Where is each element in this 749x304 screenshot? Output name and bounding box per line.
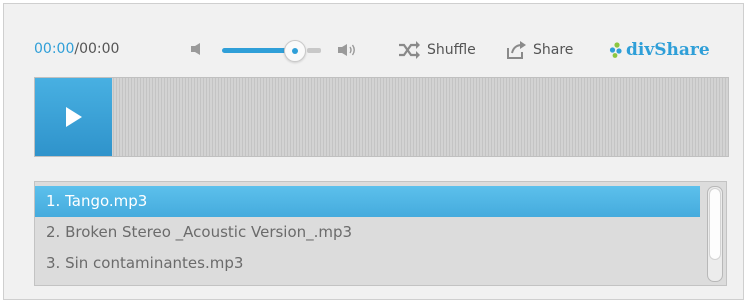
divshare-logo-icon (609, 42, 622, 58)
playlist: 1. Tango.mp3 2. Broken Stereo _Acoustic … (34, 181, 727, 286)
share-icon (507, 41, 526, 59)
shuffle-icon (399, 41, 420, 59)
playlist-track[interactable]: 3. Sin contaminantes.mp3 (35, 248, 700, 279)
audio-player: 00:00/00:00 Shuffle Share divShare 1. Ta… (3, 3, 744, 300)
brand-name: divShare (626, 40, 710, 60)
play-button[interactable] (35, 78, 112, 156)
play-icon (65, 107, 82, 127)
volume-slider-handle[interactable] (284, 40, 306, 62)
shuffle-label: Shuffle (427, 42, 476, 58)
player-toolbar: 00:00/00:00 Shuffle Share divShare (34, 37, 734, 63)
seek-bar[interactable] (34, 77, 729, 157)
divshare-logo[interactable]: divShare (609, 38, 710, 62)
playlist-track[interactable]: 1. Tango.mp3 (35, 186, 700, 217)
mute-icon[interactable] (190, 42, 204, 56)
share-button[interactable]: Share (505, 38, 573, 62)
volume-slider-remaining[interactable] (307, 48, 321, 53)
playlist-track[interactable]: 2. Broken Stereo _Acoustic Version_.mp3 (35, 217, 700, 248)
shuffle-button[interactable]: Shuffle (397, 38, 476, 62)
playlist-scrollbar[interactable] (707, 186, 723, 282)
scrollbar-thumb[interactable] (709, 188, 721, 260)
time-display: 00:00/00:00 (34, 41, 119, 57)
duration-time: 00:00 (79, 41, 120, 57)
current-time: 00:00 (34, 41, 75, 57)
share-label: Share (533, 42, 574, 58)
volume-high-icon[interactable] (337, 42, 359, 58)
